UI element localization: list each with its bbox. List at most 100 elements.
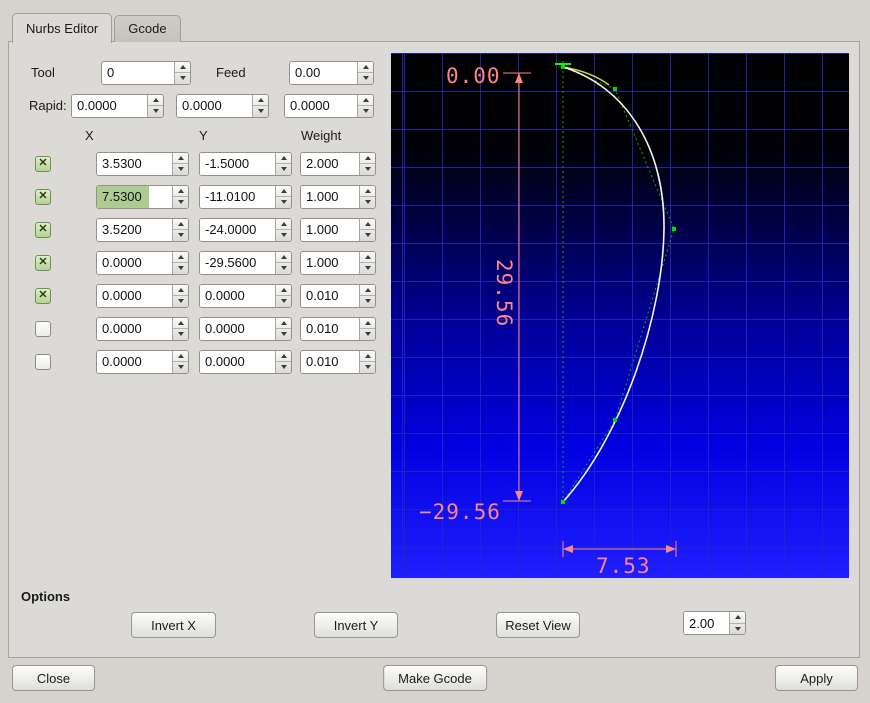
point-6-x-spinbox[interactable] [96, 316, 189, 341]
point-3-y-spinbox[interactable] [199, 217, 292, 242]
spinner-buttons[interactable] [359, 317, 375, 340]
spin-down-icon[interactable] [360, 164, 375, 175]
spin-up-icon[interactable] [276, 219, 291, 230]
spinner-buttons[interactable] [275, 317, 291, 340]
point-3-x-input[interactable] [97, 218, 172, 241]
spin-down-icon[interactable] [173, 329, 188, 340]
spinner-buttons[interactable] [275, 152, 291, 175]
point-1-weight-input[interactable] [301, 152, 359, 175]
spin-down-icon[interactable] [730, 624, 745, 635]
point-2-checkbox[interactable]: ✕ [35, 188, 51, 205]
spin-down-icon[interactable] [276, 197, 291, 208]
point-5-y-input[interactable] [200, 284, 275, 307]
point-1-x-spinbox[interactable] [96, 151, 189, 176]
close-button[interactable]: Close [12, 665, 95, 691]
spin-up-icon[interactable] [358, 95, 373, 106]
point-5-y-spinbox[interactable] [199, 283, 292, 308]
spin-down-icon[interactable] [173, 197, 188, 208]
point-6-checkbox[interactable]: ✕ [35, 320, 51, 337]
make-gcode-button[interactable]: Make Gcode [383, 665, 487, 691]
point-5-x-spinbox[interactable] [96, 283, 189, 308]
point-7-weight-input[interactable] [301, 350, 359, 373]
spin-down-icon[interactable] [175, 73, 190, 84]
rapid-1-spinbox[interactable] [71, 93, 164, 118]
feed-spinbox[interactable] [289, 60, 374, 85]
spin-up-icon[interactable] [276, 285, 291, 296]
point-3-y-input[interactable] [200, 218, 275, 241]
point-2-x-input[interactable] [97, 185, 172, 208]
spin-down-icon[interactable] [276, 164, 291, 175]
point-6-y-input[interactable] [200, 317, 275, 340]
point-7-weight-spinbox[interactable] [300, 349, 376, 374]
point-4-weight-input[interactable] [301, 251, 359, 274]
spinner-buttons[interactable] [275, 350, 291, 373]
spin-down-icon[interactable] [360, 329, 375, 340]
reset-view-button[interactable]: Reset View [496, 612, 580, 638]
spin-up-icon[interactable] [730, 612, 745, 624]
spinner-buttons[interactable] [147, 94, 163, 117]
point-6-y-spinbox[interactable] [199, 316, 292, 341]
spinner-buttons[interactable] [172, 218, 188, 241]
scale-spinbox[interactable] [683, 611, 746, 635]
point-1-y-spinbox[interactable] [199, 151, 292, 176]
spinner-buttons[interactable] [172, 317, 188, 340]
spin-up-icon[interactable] [276, 186, 291, 197]
point-4-y-input[interactable] [200, 251, 275, 274]
point-5-checkbox[interactable]: ✕ [35, 287, 51, 304]
spinner-buttons[interactable] [275, 185, 291, 208]
point-4-checkbox[interactable]: ✕ [35, 254, 51, 271]
spin-up-icon[interactable] [360, 351, 375, 362]
rapid-3-spinbox[interactable] [284, 93, 374, 118]
point-7-y-input[interactable] [200, 350, 275, 373]
spin-up-icon[interactable] [173, 285, 188, 296]
spin-up-icon[interactable] [276, 153, 291, 164]
point-2-weight-spinbox[interactable] [300, 184, 376, 209]
spinner-buttons[interactable] [357, 94, 373, 117]
spinner-buttons[interactable] [275, 284, 291, 307]
point-5-x-input[interactable] [97, 284, 172, 307]
spinner-buttons[interactable] [172, 284, 188, 307]
spin-up-icon[interactable] [173, 186, 188, 197]
spinner-buttons[interactable] [174, 61, 190, 84]
spin-down-icon[interactable] [360, 197, 375, 208]
spin-up-icon[interactable] [148, 95, 163, 106]
spin-up-icon[interactable] [360, 219, 375, 230]
tool-input[interactable] [102, 61, 174, 84]
spin-down-icon[interactable] [358, 106, 373, 117]
point-7-y-spinbox[interactable] [199, 349, 292, 374]
point-6-x-input[interactable] [97, 317, 172, 340]
invert-x-button[interactable]: Invert X [131, 612, 216, 638]
spin-up-icon[interactable] [276, 318, 291, 329]
rapid-3-input[interactable] [285, 94, 357, 117]
spin-down-icon[interactable] [253, 106, 268, 117]
spinner-buttons[interactable] [275, 251, 291, 274]
apply-button[interactable]: Apply [775, 665, 858, 691]
spin-up-icon[interactable] [360, 153, 375, 164]
spin-down-icon[interactable] [173, 362, 188, 373]
spin-up-icon[interactable] [276, 252, 291, 263]
spin-down-icon[interactable] [276, 296, 291, 307]
spinner-buttons[interactable] [359, 251, 375, 274]
rapid-1-input[interactable] [72, 94, 147, 117]
spinner-buttons[interactable] [359, 350, 375, 373]
spin-up-icon[interactable] [360, 318, 375, 329]
spin-up-icon[interactable] [173, 318, 188, 329]
spinner-buttons[interactable] [359, 152, 375, 175]
spin-up-icon[interactable] [173, 252, 188, 263]
point-1-x-input[interactable] [97, 152, 172, 175]
point-2-weight-input[interactable] [301, 185, 359, 208]
spin-up-icon[interactable] [360, 252, 375, 263]
spin-down-icon[interactable] [358, 73, 373, 84]
spin-down-icon[interactable] [173, 296, 188, 307]
spinner-buttons[interactable] [275, 218, 291, 241]
point-4-x-spinbox[interactable] [96, 250, 189, 275]
rapid-2-spinbox[interactable] [176, 93, 269, 118]
spinner-buttons[interactable] [172, 152, 188, 175]
point-2-y-input[interactable] [200, 185, 275, 208]
spinner-buttons[interactable] [359, 218, 375, 241]
spin-down-icon[interactable] [360, 362, 375, 373]
point-7-checkbox[interactable]: ✕ [35, 353, 51, 370]
spinner-buttons[interactable] [359, 284, 375, 307]
point-7-x-spinbox[interactable] [96, 349, 189, 374]
point-7-x-input[interactable] [97, 350, 172, 373]
